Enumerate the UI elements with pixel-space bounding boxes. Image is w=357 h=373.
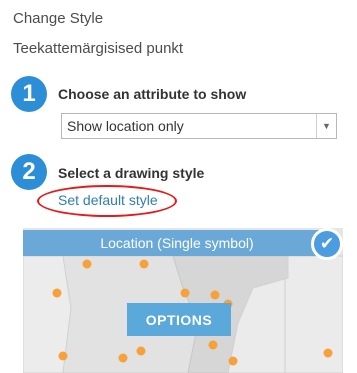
layer-name: Teekattemärgisised punkt	[13, 40, 184, 57]
step-2-label: Select a drawing style	[58, 165, 205, 181]
style-card-header: Location (Single symbol)	[23, 230, 331, 256]
panel-title: Change Style	[13, 10, 104, 27]
map-point	[118, 353, 128, 363]
step-2-badge: 2	[11, 154, 47, 190]
attribute-select[interactable]: Show location only ▼	[61, 113, 337, 139]
map-point	[180, 288, 190, 298]
map-point	[210, 290, 220, 300]
red-annotation-ellipse	[37, 185, 177, 217]
attribute-select-value: Show location only	[67, 118, 184, 134]
chevron-down-icon[interactable]: ▼	[316, 114, 336, 138]
selected-check-icon: ✔	[311, 228, 343, 260]
map-point	[323, 348, 333, 358]
map-point	[136, 346, 146, 356]
step-1-label: Choose an attribute to show	[58, 86, 247, 102]
map-point	[82, 259, 92, 269]
step-1-badge: 1	[11, 76, 47, 112]
map-point	[228, 356, 238, 366]
map-point	[139, 259, 149, 269]
map-point	[208, 340, 218, 350]
map-point	[52, 288, 62, 298]
options-button[interactable]: OPTIONS	[127, 303, 231, 336]
style-card-single-symbol[interactable]: Location (Single symbol) ✔ OPTIONS	[23, 228, 343, 373]
map-point	[58, 351, 68, 361]
